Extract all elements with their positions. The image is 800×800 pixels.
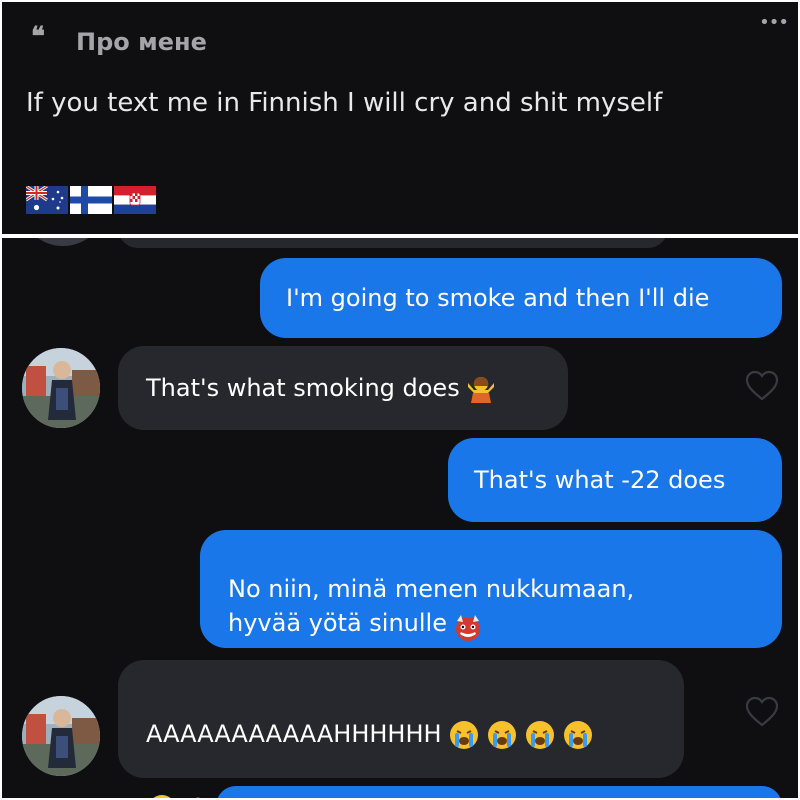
avatar[interactable] [22,696,100,776]
more-options-icon[interactable]: ••• [759,14,789,32]
sent-message-bubble[interactable]: I'm going to smoke and then I'll die [260,258,782,338]
about-title: Про мене [76,28,207,56]
crying-faces-icon [449,720,592,749]
received-message-bubble[interactable]: AAAAAAAAAAAHHHHHH [118,660,684,798]
avatar[interactable] [22,348,100,428]
received-message-bubble[interactable]: That's what smoking does [118,346,568,430]
message-text: No niin, minä menen nukkumaan, hyvää yöt… [228,574,635,638]
avatar [24,238,102,246]
flag-croatia-icon [114,186,156,214]
quote-icon: ❝ [31,22,45,52]
like-heart-icon[interactable] [744,694,780,730]
flags-row [26,186,156,214]
message-text: AAAAAAAAAAAHHHHHH [146,720,442,749]
chat-panel: I'm going to smoke and then I'll die Tha… [2,238,798,798]
sent-message-bubble[interactable]: That's what -22 does [448,438,782,522]
previous-message-bubble [118,238,668,248]
person-shrugging-icon [467,377,494,403]
message-text: That's what smoking does [146,373,460,402]
message-line: AAAAAAAAAAAHHHHHH [146,717,656,753]
message-text: That's what -22 does [474,465,726,494]
message-text-block: No niin, minä menen nukkumaan, hyvää yöt… [228,537,635,642]
like-heart-icon[interactable] [744,368,780,404]
next-sent-message-bubble[interactable] [216,786,782,798]
about-me-panel: ❝ Про мене ••• If you text me in Finnish… [2,2,798,234]
sent-message-bubble[interactable]: No niin, minä menen nukkumaan, hyvää yöt… [200,530,782,648]
about-text: If you text me in Finnish I will cry and… [26,88,663,118]
ogre-icon [456,615,480,642]
flag-finland-icon [70,186,112,214]
message-text: I'm going to smoke and then I'll die [286,283,710,312]
flag-australia-icon [26,186,68,214]
